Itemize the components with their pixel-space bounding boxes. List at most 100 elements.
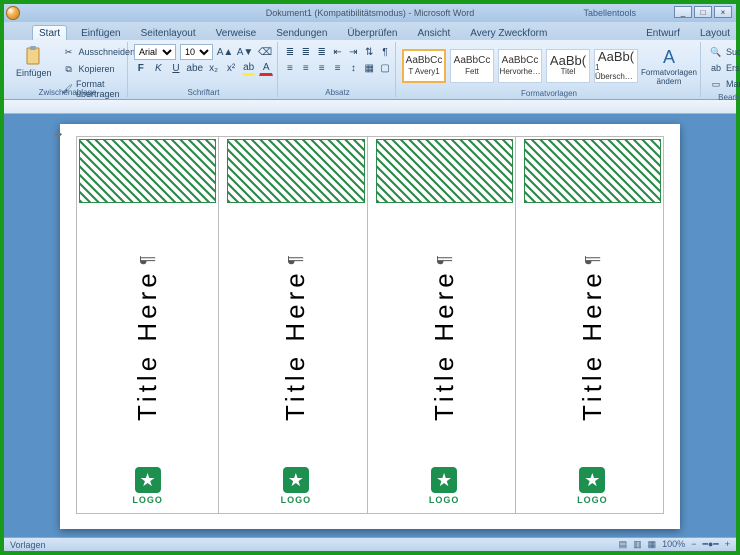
align-left-button[interactable]: ≡ (284, 60, 296, 76)
select-label: Markieren (726, 79, 740, 89)
tab-avery[interactable]: Avery Zweckform (464, 26, 553, 40)
scissors-icon: ✂ (62, 45, 76, 59)
style-label: Titel (561, 67, 576, 76)
view-reading-button[interactable]: ▥ (633, 539, 642, 550)
star-logo-icon: ★ (431, 467, 457, 493)
hatch-pattern (227, 139, 364, 203)
replace-button[interactable]: ab Ersetzen (707, 60, 740, 76)
style-uebersch[interactable]: AaBb( 1 Übersch… (594, 49, 638, 83)
tab-layout[interactable]: Layout (694, 26, 736, 40)
office-button[interactable] (6, 6, 20, 20)
spine-title[interactable]: Title Here (374, 205, 515, 467)
font-color-button[interactable]: A (259, 60, 273, 76)
zoom-slider[interactable]: ━●━ (702, 539, 718, 550)
label-cell[interactable]: Title Here ★ LOGO (225, 137, 367, 513)
label-table: Title Here ★ LOGO Title Here ★ LOGO Titl… (76, 136, 664, 514)
context-tab-title: Tabellentools (583, 8, 636, 18)
view-print-layout-button[interactable]: ▤ (619, 539, 628, 550)
minimize-button[interactable]: _ (674, 6, 692, 18)
copy-icon: ⧉ (62, 62, 76, 76)
tab-verweise[interactable]: Verweise (210, 26, 263, 40)
logo-block: ★ LOGO (374, 467, 515, 513)
find-button[interactable]: 🔍 Suchen (707, 44, 740, 60)
align-center-button[interactable]: ≡ (300, 60, 312, 76)
bold-button[interactable]: F (134, 60, 148, 76)
style-label: Fett (465, 67, 479, 76)
shrink-font-button[interactable]: A▼ (237, 44, 253, 60)
tab-entwurf[interactable]: Entwurf (640, 26, 686, 40)
style-sample: AaBbCc (502, 56, 539, 66)
tab-ueberpruefen[interactable]: Überprüfen (341, 26, 403, 40)
logo-text: LOGO (577, 495, 608, 505)
borders-button[interactable]: ▢ (379, 60, 391, 76)
highlight-button[interactable]: ab (242, 60, 256, 76)
tab-ansicht[interactable]: Ansicht (411, 26, 456, 40)
document-workspace[interactable]: ✥ Title Here ★ LOGO Title Here ★ LOGO (4, 114, 736, 537)
select-button[interactable]: ▭ Markieren (707, 76, 740, 92)
bullets-button[interactable]: ≣ (284, 44, 296, 60)
align-right-button[interactable]: ≡ (316, 60, 328, 76)
superscript-button[interactable]: x² (224, 60, 238, 76)
horizontal-ruler[interactable] (4, 100, 736, 114)
clear-formatting-button[interactable]: ⌫ (257, 44, 273, 60)
hatch-pattern (524, 139, 661, 203)
find-label: Suchen (726, 47, 740, 57)
tab-seitenlayout[interactable]: Seitenlayout (135, 26, 202, 40)
paste-label: Einfügen (16, 68, 52, 78)
copy-button[interactable]: ⧉ Kopieren (60, 61, 138, 77)
tab-sendungen[interactable]: Sendungen (270, 26, 333, 40)
show-marks-button[interactable]: ¶ (379, 44, 391, 60)
status-bar: Vorlagen ▤ ▥ ▦ 100% − ━●━ + (4, 537, 736, 551)
maximize-button[interactable]: □ (694, 6, 712, 18)
spine-title[interactable]: Title Here (522, 205, 663, 467)
table-move-handle[interactable]: ✥ (54, 130, 64, 140)
tab-einfuegen[interactable]: Einfügen (75, 26, 126, 40)
logo-block: ★ LOGO (522, 467, 663, 513)
spine-title[interactable]: Title Here (225, 205, 366, 467)
change-styles-button[interactable]: A Formatvorlagen ändern (642, 44, 696, 88)
style-titel[interactable]: AaBb( Titel (546, 49, 590, 83)
group-paragraph-label: Absatz (284, 87, 391, 97)
indent-decrease-button[interactable]: ⇤ (332, 44, 344, 60)
multilevel-button[interactable]: ≣ (316, 44, 328, 60)
style-hervorhe[interactable]: AaBbCc Hervorhe… (498, 49, 542, 83)
group-paragraph: ≣ ≣ ≣ ⇤ ⇥ ⇅ ¶ ≡ ≡ ≡ ≡ ↕ ▦ ▢ Absatz (280, 42, 396, 97)
line-spacing-button[interactable]: ↕ (347, 60, 359, 76)
tab-start[interactable]: Start (32, 25, 67, 40)
font-family-select[interactable]: Arial (134, 44, 176, 60)
style-sample: AaBbCc (406, 56, 443, 66)
logo-text: LOGO (429, 495, 460, 505)
copy-label: Kopieren (79, 64, 115, 74)
subscript-button[interactable]: x₂ (207, 60, 221, 76)
zoom-level[interactable]: 100% (662, 539, 685, 550)
shading-button[interactable]: ▦ (363, 60, 375, 76)
logo-text: LOGO (132, 495, 163, 505)
style-fett[interactable]: AaBbCc Fett (450, 49, 494, 83)
italic-button[interactable]: K (152, 60, 166, 76)
underline-button[interactable]: U (169, 60, 183, 76)
group-styles: AaBbCc T Avery1 AaBbCc Fett AaBbCc Hervo… (398, 42, 701, 97)
view-web-button[interactable]: ▦ (648, 539, 657, 550)
style-sample: AaBb( (598, 52, 634, 62)
paste-button[interactable]: Einfügen (12, 44, 56, 80)
spine-title[interactable]: Title Here (77, 205, 218, 467)
style-avery1[interactable]: AaBbCc T Avery1 (402, 49, 446, 83)
label-cell[interactable]: Title Here ★ LOGO (77, 137, 219, 513)
numbering-button[interactable]: ≣ (300, 44, 312, 60)
sort-button[interactable]: ⇅ (363, 44, 375, 60)
paste-icon (23, 46, 45, 68)
strike-button[interactable]: abe (187, 60, 203, 76)
style-gallery[interactable]: AaBbCc T Avery1 AaBbCc Fett AaBbCc Hervo… (402, 44, 696, 88)
indent-increase-button[interactable]: ⇥ (347, 44, 359, 60)
group-editing: 🔍 Suchen ab Ersetzen ▭ Markieren Bearbei… (703, 42, 740, 97)
hatch-pattern (376, 139, 513, 203)
grow-font-button[interactable]: A▲ (217, 44, 233, 60)
close-button[interactable]: × (714, 6, 732, 18)
cut-button[interactable]: ✂ Ausschneiden (60, 44, 138, 60)
justify-button[interactable]: ≡ (332, 60, 344, 76)
font-size-select[interactable]: 10 (180, 44, 213, 60)
zoom-in-button[interactable]: + (725, 539, 730, 550)
label-cell[interactable]: Title Here ★ LOGO (522, 137, 663, 513)
zoom-out-button[interactable]: − (691, 539, 696, 550)
label-cell[interactable]: Title Here ★ LOGO (374, 137, 516, 513)
